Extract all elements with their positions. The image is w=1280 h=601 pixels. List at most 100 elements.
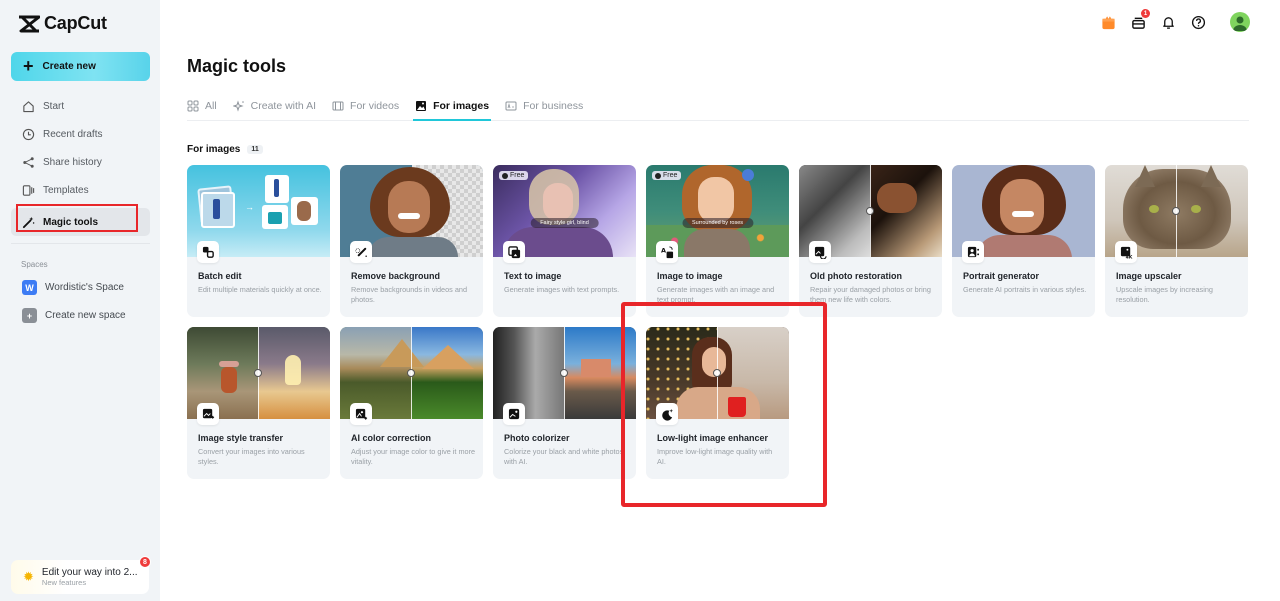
- free-badge: Free: [652, 171, 682, 180]
- inbox-badge: 1: [1141, 9, 1150, 18]
- tool-card-low-light-image-enhancer[interactable]: Low-light image enhancer Improve low-lig…: [646, 327, 789, 479]
- tool-card-photo-colorizer[interactable]: Photo colorizer Colorize your black and …: [493, 327, 636, 479]
- tool-card-portrait-generator[interactable]: Portrait generator Generate AI portraits…: [952, 165, 1095, 317]
- tool-card-image-upscaler[interactable]: 4K Image upscaler Upscale images by incr…: [1105, 165, 1248, 317]
- promo-title: Edit your way into 2...: [41, 567, 138, 578]
- inbox-icon[interactable]: 1: [1130, 9, 1150, 30]
- bell-icon[interactable]: [1160, 14, 1176, 30]
- tool-title: Batch edit: [198, 271, 242, 281]
- promo-badge: 8: [139, 556, 151, 568]
- create-new-space-button[interactable]: + Create new space: [22, 308, 126, 323]
- tool-card-image-style-transfer[interactable]: Image style transfer Convert your images…: [187, 327, 330, 479]
- clock-icon: [502, 172, 508, 179]
- sidebar: CapCut + Create new Start Recent drafts …: [0, 0, 160, 601]
- compare-handle[interactable]: [407, 369, 415, 377]
- tool-title: Remove background: [351, 271, 441, 281]
- image-icon: [416, 101, 427, 111]
- home-icon: [23, 100, 34, 112]
- tool-description: Generate images with text prompts.: [504, 285, 620, 294]
- topbar: 1: [1100, 0, 1280, 44]
- sidebar-item-templates[interactable]: Templates: [11, 176, 150, 204]
- compare-handle[interactable]: [1172, 207, 1180, 215]
- free-label: Free: [510, 172, 525, 179]
- tool-description: Remove backgrounds in videos and photos.: [351, 285, 468, 304]
- promo-card[interactable]: ✹ Edit your way into 2... New features 8: [11, 556, 151, 594]
- sidebar-item-label: Recent drafts: [43, 128, 103, 140]
- tool-description: Convert your images into various styles.: [198, 447, 305, 466]
- tab-create-with-ai[interactable]: Create with AI: [232, 92, 332, 120]
- space-label: Wordistic's Space: [45, 282, 124, 293]
- tool-title: Text to image: [504, 271, 562, 281]
- sidebar-item-label: Share history: [43, 156, 102, 168]
- app-root: CapCut + Create new Start Recent drafts …: [0, 0, 1280, 601]
- prompt-caption: Fairy style girl, blind: [530, 218, 599, 228]
- clock-icon: [22, 128, 35, 140]
- page-title: Magic tools: [187, 56, 287, 76]
- sidebar-item-share-history[interactable]: Share history: [11, 148, 150, 176]
- category-tabs: All Create with AI For videos For images…: [187, 92, 1249, 121]
- spaces-heading: Spaces: [21, 260, 48, 269]
- tool-card-text-to-image[interactable]: Free Fairy style girl, blind Text to ima…: [493, 165, 636, 317]
- tab-for-videos[interactable]: For videos: [332, 92, 415, 120]
- tool-card-ai-color-correction[interactable]: AI color correction Adjust your image co…: [340, 327, 483, 479]
- app-name: CapCut: [44, 13, 107, 33]
- compare-handle[interactable]: [254, 369, 262, 377]
- capcut-logo-icon: [19, 15, 40, 32]
- sidebar-item-label: Magic tools: [43, 216, 99, 228]
- tool-card-old-photo-restoration[interactable]: Old photo restoration Repair your damage…: [799, 165, 942, 317]
- tool-card-remove-background[interactable]: Remove background Remove backgrounds in …: [340, 165, 483, 317]
- tool-title: Image to image: [657, 271, 723, 281]
- tab-label: For images: [433, 100, 490, 112]
- remove-bg-icon: [350, 241, 372, 263]
- tool-description: Adjust your image color to give it more …: [351, 447, 476, 466]
- tool-title: Low-light image enhancer: [657, 433, 769, 443]
- sidebar-item-magic-tools[interactable]: Magic tools: [11, 208, 150, 236]
- plus-icon: +: [22, 308, 37, 323]
- space-item-wordistic[interactable]: W Wordistic's Space: [22, 280, 124, 295]
- compare-handle[interactable]: [713, 369, 721, 377]
- plus-icon: +: [23, 55, 34, 76]
- business-icon: [505, 101, 517, 111]
- lightbulb-icon: ✹: [23, 569, 34, 584]
- tool-title: Image style transfer: [198, 433, 284, 443]
- help-icon[interactable]: [1190, 14, 1206, 30]
- tool-card-image-to-image[interactable]: Free Surrounded by roses A Image to imag…: [646, 165, 789, 317]
- share-icon: [23, 156, 34, 168]
- space-avatar: W: [22, 280, 37, 295]
- text-to-image-icon: [503, 241, 525, 263]
- section-count-badge: 11: [247, 145, 263, 154]
- compare-handle[interactable]: [560, 369, 568, 377]
- tool-description: Edit multiple materials quickly at once.: [198, 285, 322, 294]
- colorizer-icon: [503, 403, 525, 425]
- sidebar-nav: Start Recent drafts Share history Templa…: [11, 92, 150, 236]
- create-new-button[interactable]: + Create new: [11, 52, 150, 81]
- tab-for-images[interactable]: For images: [413, 92, 505, 121]
- space-label: Create new space: [45, 310, 126, 321]
- capcut-logo[interactable]: CapCut: [18, 13, 107, 34]
- style-transfer-icon: [197, 403, 219, 425]
- tool-description: Colorize your black and white photos wit…: [504, 447, 624, 466]
- tool-description: Generate images with an image and text p…: [657, 285, 775, 304]
- user-avatar[interactable]: [1230, 12, 1250, 32]
- tool-card-batch-edit[interactable]: → Batch edit Edit multiple materials qui…: [187, 165, 330, 317]
- batch-icon: [197, 241, 219, 263]
- gift-icon[interactable]: [1100, 14, 1116, 30]
- tab-for-business[interactable]: For business: [505, 92, 599, 120]
- tab-label: All: [205, 100, 217, 112]
- section-header: For images 11: [187, 144, 263, 155]
- restore-icon: [809, 241, 831, 263]
- compare-handle[interactable]: [866, 207, 874, 215]
- svg-text:A: A: [661, 246, 666, 254]
- sidebar-item-recent-drafts[interactable]: Recent drafts: [11, 120, 150, 148]
- tab-all[interactable]: All: [187, 92, 233, 120]
- moon-sparkle-icon: [656, 403, 678, 425]
- tool-title: Old photo restoration: [810, 271, 902, 281]
- tab-label: For videos: [350, 100, 400, 112]
- tools-grid: → Batch edit Edit multiple materials qui…: [187, 165, 1248, 479]
- templates-icon: [22, 184, 35, 196]
- tool-title: AI color correction: [351, 433, 432, 443]
- sidebar-item-label: Start: [43, 100, 65, 112]
- free-badge: Free: [499, 171, 529, 180]
- grid-icon: [187, 100, 199, 112]
- sidebar-item-start[interactable]: Start: [11, 92, 150, 120]
